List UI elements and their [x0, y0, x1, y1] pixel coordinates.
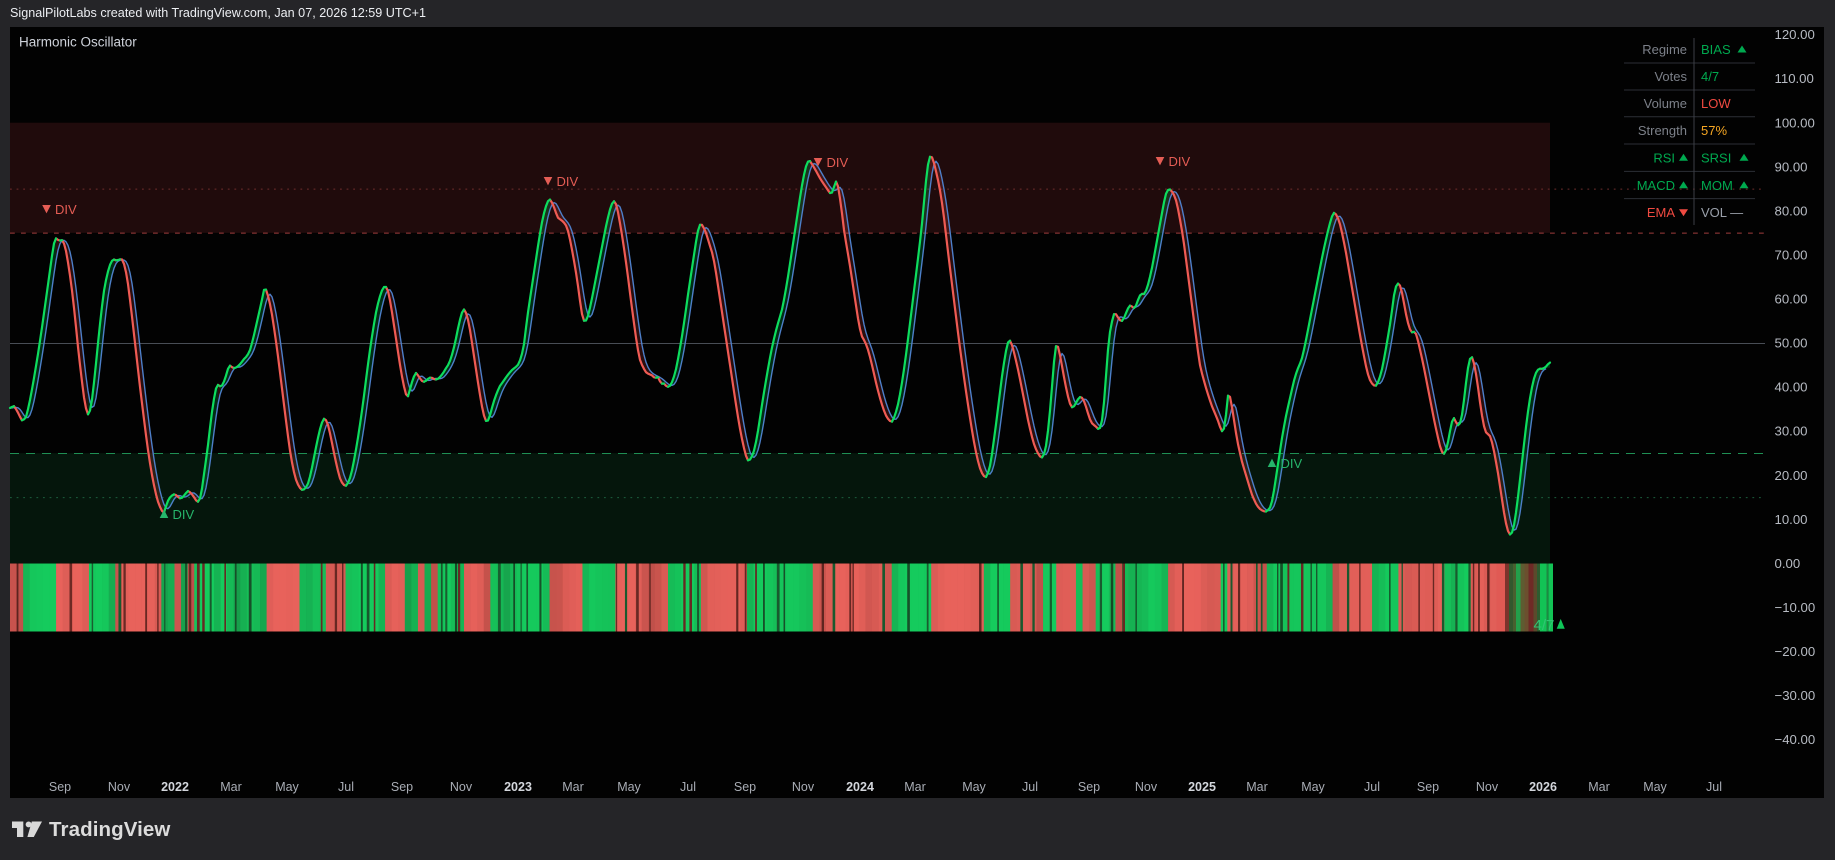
- svg-text:Nov: Nov: [108, 780, 131, 794]
- svg-text:50.00: 50.00: [1775, 336, 1808, 351]
- svg-text:May: May: [1301, 780, 1325, 794]
- svg-text:2024: 2024: [846, 780, 874, 794]
- svg-text:LOW: LOW: [1701, 96, 1731, 111]
- svg-text:Votes: Votes: [1654, 69, 1687, 84]
- svg-text:May: May: [1643, 780, 1667, 794]
- svg-text:40.00: 40.00: [1775, 380, 1808, 395]
- svg-text:Jul: Jul: [1364, 780, 1380, 794]
- svg-text:70.00: 70.00: [1775, 248, 1808, 263]
- svg-text:Sep: Sep: [49, 780, 71, 794]
- svg-text:EMA: EMA: [1647, 205, 1676, 220]
- svg-text:Harmonic Oscillator: Harmonic Oscillator: [19, 35, 137, 50]
- svg-text:30.00: 30.00: [1775, 424, 1808, 439]
- svg-text:Jul: Jul: [1022, 780, 1038, 794]
- svg-text:2023: 2023: [504, 780, 532, 794]
- svg-text:DIV: DIV: [557, 174, 579, 189]
- svg-text:57%: 57%: [1701, 123, 1727, 138]
- svg-text:Jul: Jul: [1706, 780, 1722, 794]
- svg-text:Mar: Mar: [1588, 780, 1610, 794]
- svg-text:−10.00: −10.00: [1775, 600, 1816, 615]
- svg-text:MACD: MACD: [1637, 178, 1675, 193]
- svg-text:Nov: Nov: [1476, 780, 1499, 794]
- svg-text:Volume: Volume: [1644, 96, 1687, 111]
- svg-text:60.00: 60.00: [1775, 292, 1808, 307]
- svg-text:Mar: Mar: [220, 780, 242, 794]
- svg-text:Nov: Nov: [1135, 780, 1158, 794]
- svg-text:DIV: DIV: [827, 155, 849, 170]
- svg-text:Regime: Regime: [1642, 42, 1687, 57]
- svg-text:20.00: 20.00: [1775, 468, 1808, 483]
- svg-text:May: May: [617, 780, 641, 794]
- svg-text:MOM: MOM: [1701, 178, 1733, 193]
- svg-text:−30.00: −30.00: [1775, 688, 1816, 703]
- svg-text:DIV: DIV: [1281, 456, 1303, 471]
- svg-text:DIV: DIV: [55, 202, 77, 217]
- svg-text:Mar: Mar: [1246, 780, 1268, 794]
- svg-text:Jul: Jul: [680, 780, 696, 794]
- svg-text:80.00: 80.00: [1775, 203, 1808, 218]
- svg-text:90.00: 90.00: [1775, 159, 1808, 174]
- svg-text:Strength: Strength: [1638, 123, 1687, 138]
- svg-text:2022: 2022: [161, 780, 189, 794]
- svg-text:Sep: Sep: [391, 780, 413, 794]
- svg-text:May: May: [275, 780, 299, 794]
- svg-text:BIAS: BIAS: [1701, 42, 1731, 57]
- svg-text:Mar: Mar: [904, 780, 926, 794]
- svg-text:−40.00: −40.00: [1775, 732, 1816, 747]
- svg-text:−20.00: −20.00: [1775, 644, 1816, 659]
- svg-text:Sep: Sep: [1078, 780, 1100, 794]
- svg-text:Nov: Nov: [450, 780, 473, 794]
- svg-text:Sep: Sep: [734, 780, 756, 794]
- svg-text:2025: 2025: [1188, 780, 1216, 794]
- svg-text:Jul: Jul: [338, 780, 354, 794]
- svg-text:0.00: 0.00: [1775, 556, 1801, 571]
- svg-text:110.00: 110.00: [1775, 71, 1814, 86]
- svg-text:4/7: 4/7: [1701, 69, 1719, 84]
- svg-text:2026: 2026: [1529, 780, 1557, 794]
- svg-text:100.00: 100.00: [1775, 115, 1815, 130]
- svg-text:RSI: RSI: [1653, 150, 1675, 165]
- svg-text:10.00: 10.00: [1775, 512, 1808, 527]
- svg-text:VOL —: VOL —: [1701, 205, 1743, 220]
- svg-text:4/7: 4/7: [1534, 617, 1555, 634]
- svg-text:May: May: [962, 780, 986, 794]
- svg-text:Nov: Nov: [792, 780, 815, 794]
- svg-text:DIV: DIV: [1169, 154, 1191, 169]
- svg-text:DIV: DIV: [173, 507, 195, 522]
- svg-text:SRSI: SRSI: [1701, 150, 1731, 165]
- svg-text:Sep: Sep: [1417, 780, 1439, 794]
- svg-text:Mar: Mar: [562, 780, 584, 794]
- svg-text:120.00: 120.00: [1775, 27, 1815, 42]
